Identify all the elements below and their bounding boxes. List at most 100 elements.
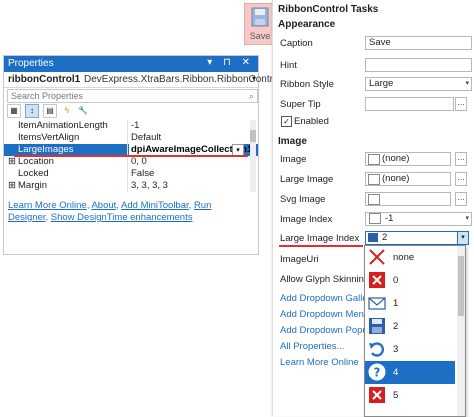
add-dropdown-gallery-link[interactable]: Add Dropdown Gallery: [280, 293, 376, 304]
chevron-down-icon[interactable]: ▾: [465, 213, 469, 225]
image-header: Image: [278, 136, 307, 147]
ribbon-style-select[interactable]: Large ▾: [365, 77, 472, 91]
large-image-index-value: 2: [382, 232, 388, 243]
properties-icon[interactable]: ▤: [43, 104, 57, 118]
property-value[interactable]: 0, 0: [131, 156, 147, 167]
dropdown-item-label: 0: [393, 275, 399, 286]
add-minitoolbar-link[interactable]: Add MiniToolbar: [121, 200, 189, 211]
dropdown-item-label: none: [393, 252, 415, 263]
svg-image-swatch: [368, 194, 380, 205]
properties-titlebar[interactable]: Properties ▾ ⊓ ✕: [4, 56, 258, 72]
large-image-index-label: Large Image Index: [280, 233, 360, 244]
hint-field[interactable]: [365, 58, 472, 72]
super-tip-field[interactable]: [365, 97, 454, 111]
help-icon: ?: [368, 363, 386, 381]
enabled-checkbox[interactable]: ✓: [281, 116, 292, 127]
window-buttons[interactable]: ▾ ⊓ ✕: [207, 57, 254, 68]
property-row[interactable]: Locked False: [4, 168, 258, 180]
properties-toolbar: ▦ ↕ ▤ ϟ 🔧: [7, 104, 253, 118]
add-dropdown-menu-link[interactable]: Add Dropdown Menu: [280, 309, 369, 320]
image-value: (none): [382, 153, 410, 164]
dropdown-item-label: 3: [393, 344, 399, 355]
caption-field[interactable]: Save: [365, 36, 472, 50]
property-name: Locked: [18, 168, 49, 179]
property-name: Margin: [18, 180, 48, 191]
dropdown-item-label: 4: [393, 367, 399, 378]
dropdown-item-selected[interactable]: ? 4: [365, 361, 455, 384]
dropdown-item[interactable]: 3: [365, 338, 455, 361]
learn-more-online-link[interactable]: Learn More Online: [280, 357, 359, 368]
svg-image-field[interactable]: [365, 192, 451, 206]
alphabetical-icon[interactable]: ↕: [25, 104, 39, 118]
property-name: Location: [18, 156, 54, 167]
add-dropdown-popup-link[interactable]: Add Dropdown Popup: [280, 325, 373, 336]
large-image-browse-button[interactable]: …: [455, 172, 467, 186]
tasks-title: RibbonControl Tasks: [278, 4, 379, 15]
property-value[interactable]: False: [131, 168, 154, 179]
svg-image-browse-button[interactable]: …: [455, 192, 467, 206]
dropdown-item[interactable]: 1: [365, 292, 455, 315]
large-image-index-dropdown[interactable]: none 0 1 2 3 ? 4 5: [364, 245, 466, 417]
dropdown-item[interactable]: none: [365, 246, 455, 269]
property-pages-icon[interactable]: 🔧: [77, 105, 89, 117]
svg-image-label: Svg Image: [280, 194, 326, 205]
dropdown-scrollbar[interactable]: [457, 246, 465, 416]
image-uri-label: ImageUri: [280, 254, 319, 265]
property-value[interactable]: 3, 3, 3, 3: [131, 180, 168, 191]
image-index-label: Image Index: [280, 214, 333, 225]
appearance-header: Appearance: [278, 19, 336, 30]
red-x-icon: [369, 249, 385, 265]
chevron-down-icon[interactable]: ▾: [465, 78, 469, 90]
object-selector[interactable]: ribbonControl1 DevExpress.XtraBars.Ribbo…: [4, 72, 281, 88]
undo-icon: [369, 342, 384, 357]
property-row[interactable]: ⊞ Margin 3, 3, 3, 3: [4, 180, 258, 192]
floppy-disk-icon: [368, 233, 378, 242]
dropdown-item-label: 1: [393, 298, 399, 309]
search-icon[interactable]: ⌕: [249, 90, 254, 102]
property-name: LargeImages: [18, 144, 74, 155]
dropdown-item[interactable]: 2: [365, 315, 455, 338]
image-index-select[interactable]: -1 ▾: [365, 212, 472, 226]
property-name: ItemsVertAlign: [18, 132, 80, 143]
categorized-icon[interactable]: ▦: [7, 104, 21, 118]
property-value[interactable]: -1: [131, 120, 139, 131]
search-input[interactable]: Search Properties ⌕: [7, 89, 258, 103]
property-value[interactable]: dpiAwareImageCollection1: [129, 144, 252, 155]
events-icon[interactable]: ϟ: [61, 105, 73, 117]
highlight-underline: [14, 155, 248, 157]
image-browse-button[interactable]: …: [455, 152, 467, 166]
about-link[interactable]: About: [91, 200, 116, 211]
command-links: Learn More Online, About, Add MiniToolba…: [8, 200, 212, 223]
floppy-disk-icon: [369, 318, 385, 334]
save-label: Save: [249, 31, 271, 41]
chevron-down-icon[interactable]: ▾: [457, 232, 468, 244]
property-row[interactable]: ItemAnimationLength -1: [4, 120, 258, 132]
caption-label: Caption: [280, 38, 313, 49]
chevron-down-icon[interactable]: ▾: [252, 74, 256, 83]
all-properties-link[interactable]: All Properties...: [280, 341, 344, 352]
expander-icon[interactable]: ⊞: [8, 180, 16, 191]
property-value[interactable]: Default: [131, 132, 161, 143]
properties-window: Properties ▾ ⊓ ✕ ribbonControl1 DevExpre…: [3, 55, 281, 255]
ribbon-style-value: Large: [369, 78, 394, 89]
expander-icon[interactable]: ⊞: [8, 156, 16, 167]
dropdown-item[interactable]: 0: [365, 269, 455, 292]
dropdown-item-label: 5: [393, 390, 399, 401]
caption-value: Save: [369, 37, 391, 48]
image-index-value: -1: [385, 213, 394, 225]
dropdown-item-label: 2: [393, 321, 399, 332]
hint-label: Hint: [280, 60, 297, 71]
learn-more-link[interactable]: Learn More Online: [8, 200, 87, 211]
large-image-label: Large Image: [280, 174, 334, 185]
image-field[interactable]: (none): [365, 152, 451, 166]
super-tip-browse-button[interactable]: …: [455, 97, 467, 111]
super-tip-label: Super Tip: [280, 99, 321, 110]
large-image-field[interactable]: (none): [365, 172, 451, 186]
image-label: Image: [280, 154, 307, 165]
property-row[interactable]: ⊞ Location 0, 0: [4, 156, 258, 168]
large-image-index-select[interactable]: 2 ▾: [365, 231, 469, 245]
show-designtime-link[interactable]: Show DesignTime enhancements: [51, 212, 193, 223]
property-grid-scrollbar[interactable]: [250, 120, 256, 192]
property-row[interactable]: ItemsVertAlign Default: [4, 132, 258, 144]
dropdown-item[interactable]: 5: [365, 384, 455, 407]
